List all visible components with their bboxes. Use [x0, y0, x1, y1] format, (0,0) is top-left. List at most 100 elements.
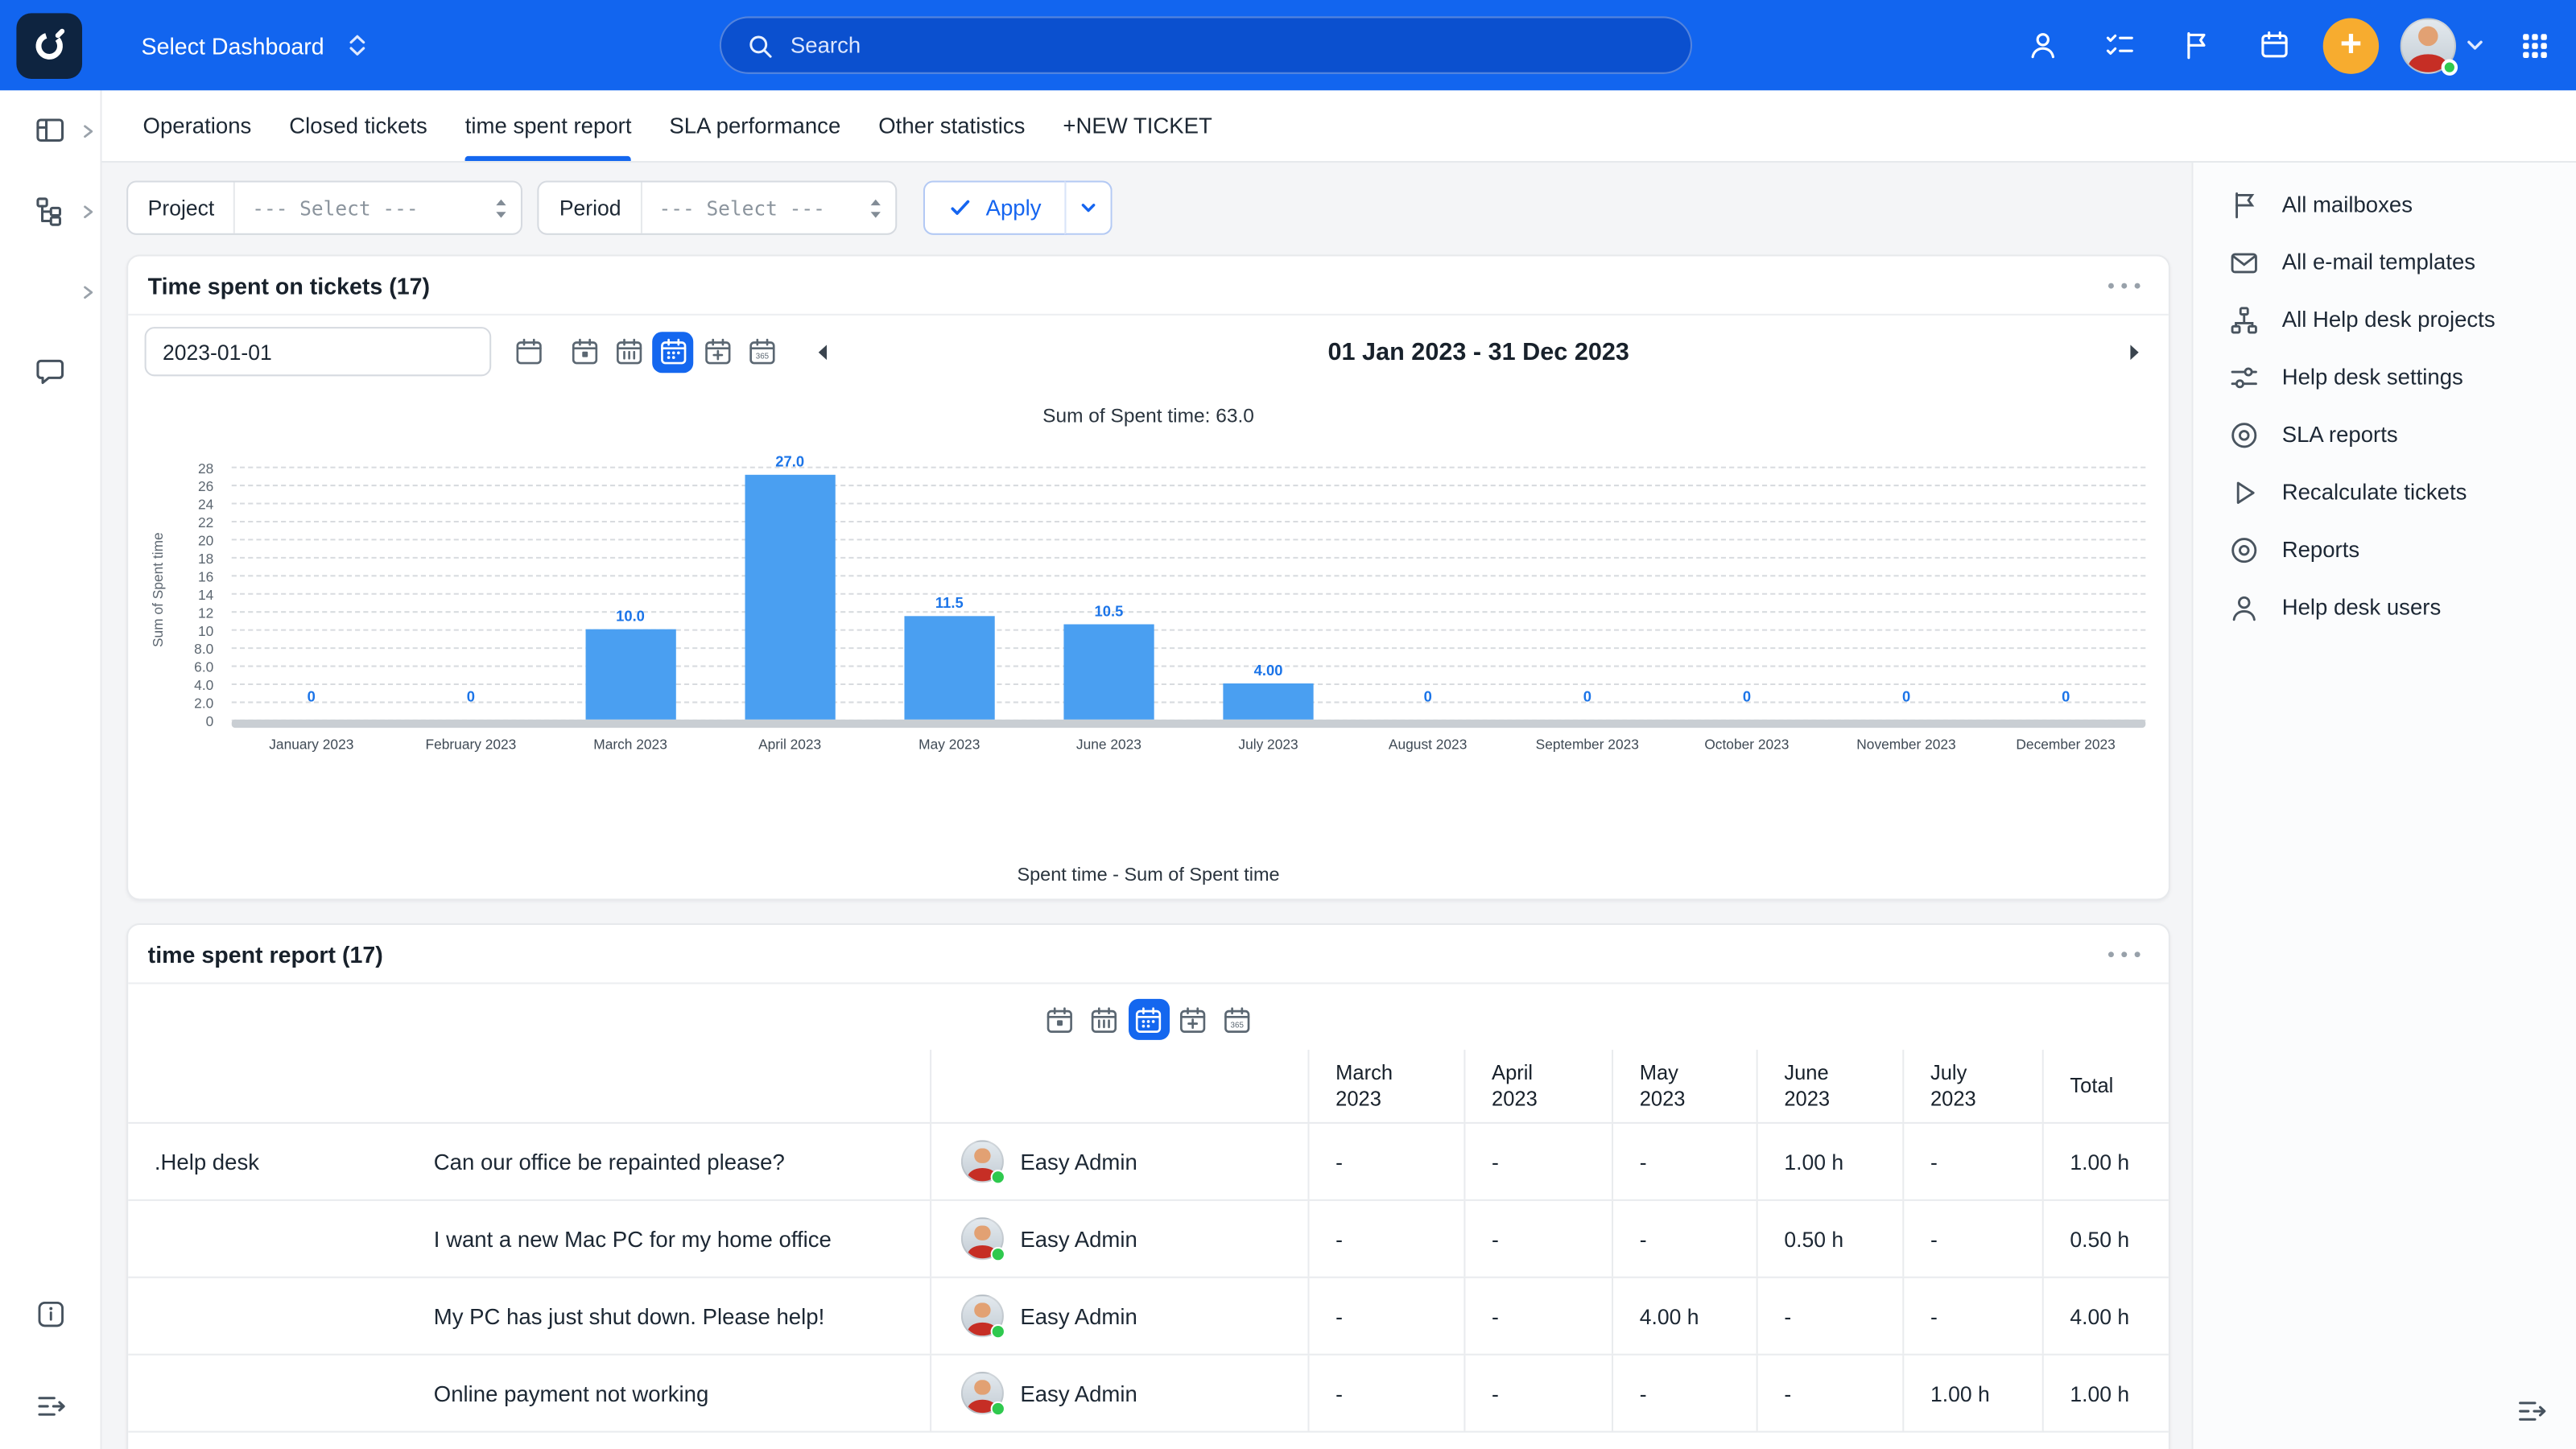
- y-tick-label: 22: [197, 514, 214, 531]
- tab-operations[interactable]: Operations: [143, 90, 252, 161]
- app-logo[interactable]: [16, 12, 83, 78]
- menu-expand-icon: [38, 1397, 65, 1416]
- period-filter-select[interactable]: Period --- Select ---: [538, 180, 898, 235]
- table-granularity-year-button[interactable]: 365: [1216, 999, 1257, 1040]
- bar-october-2023[interactable]: 0: [1667, 467, 1827, 720]
- chart-panel-menu-button[interactable]: [2099, 274, 2149, 297]
- profile-icon[interactable]: [2014, 17, 2070, 72]
- search-bar[interactable]: [719, 16, 1693, 74]
- apply-dropdown-button[interactable]: [1064, 180, 1113, 235]
- apps-grid-icon[interactable]: [2507, 17, 2562, 72]
- user-menu[interactable]: [2400, 17, 2486, 75]
- sidebar-item-all-e-mail-templates[interactable]: All e-mail templates: [2193, 233, 2576, 291]
- y-tick-label: 4.0: [194, 676, 214, 694]
- table-granularity-controls: 365: [128, 984, 2169, 1050]
- quick-add-button[interactable]: +: [2322, 17, 2380, 73]
- calendar-icon[interactable]: [2246, 17, 2301, 72]
- select-caret-icon: [869, 196, 896, 220]
- bar-value-label: 0: [1423, 688, 1432, 705]
- chart-granularity-month-button[interactable]: [652, 331, 694, 373]
- sidebar-item-help-desk-users[interactable]: Help desk users: [2193, 578, 2576, 635]
- bar-april-2023[interactable]: 27.0: [710, 453, 869, 720]
- tasks-icon[interactable]: [2091, 17, 2147, 72]
- sidebar-item-org-structure[interactable]: [0, 171, 100, 251]
- chart-granularity-add-button[interactable]: [696, 331, 737, 372]
- bar-june-2023[interactable]: 10.5: [1029, 467, 1188, 720]
- chart-panel-title: Time spent on tickets (17): [147, 271, 431, 299]
- apply-button[interactable]: Apply: [923, 180, 1067, 235]
- bar-january-2023[interactable]: 0: [232, 467, 391, 720]
- chart-granularity-year-button[interactable]: 365: [741, 331, 782, 372]
- ticket-subject-cell[interactable]: My PC has just shut down. Please help!: [407, 1278, 930, 1354]
- y-tick-label: 8.0: [194, 640, 214, 658]
- value-cell: -: [1612, 1123, 1757, 1199]
- value-cell: -: [1612, 1355, 1757, 1431]
- bar-july-2023[interactable]: 4.00: [1189, 467, 1348, 720]
- table-granularity-week-button[interactable]: [1084, 999, 1125, 1040]
- dashboard-selector[interactable]: Select Dashboard: [142, 31, 372, 60]
- topbar: Select Dashboard Search +: [0, 0, 2576, 91]
- bar-december-2023[interactable]: 0: [1986, 467, 2145, 720]
- ticket-subject-cell[interactable]: I want a new Mac PC for my home office: [407, 1201, 930, 1277]
- topbar-actions: +: [2014, 0, 2563, 90]
- ticket-subject-cell[interactable]: Online payment not working: [407, 1356, 930, 1431]
- info-button[interactable]: [0, 1298, 102, 1331]
- ticket-subject-cell[interactable]: Can our office be repainted please?: [407, 1124, 930, 1199]
- y-tick-label: 28: [197, 460, 214, 477]
- main-content: Project --- Select --- Period --- Select…: [101, 163, 2192, 1449]
- caret-right-icon: [2130, 344, 2139, 360]
- sidebar-item-recalculate-tickets[interactable]: Recalculate tickets: [2193, 464, 2576, 521]
- table-granularity-add-button[interactable]: [1172, 999, 1213, 1040]
- svg-text:365: 365: [1231, 1020, 1245, 1029]
- sidebar-item-sla-reports[interactable]: SLA reports: [2193, 406, 2576, 463]
- bar-value-label: 4.00: [1253, 662, 1283, 679]
- bar-august-2023[interactable]: 0: [1348, 467, 1508, 720]
- chart-granularity-week-button[interactable]: [608, 331, 649, 372]
- tab-sla-performance[interactable]: SLA performance: [669, 90, 840, 161]
- bar-may-2023[interactable]: 11.5: [869, 467, 1029, 720]
- value-cell: -: [1902, 1123, 2041, 1199]
- value-cell: 1.00 h: [2041, 1355, 2172, 1431]
- table-panel-menu-button[interactable]: [2099, 942, 2149, 965]
- avatar: [960, 1294, 1005, 1340]
- prev-period-button[interactable]: [805, 337, 840, 365]
- start-date-input[interactable]: [144, 327, 492, 377]
- search-input[interactable]: [790, 32, 1666, 58]
- right-sidebar-collapse-button[interactable]: [2515, 1395, 2548, 1428]
- user-cell: Easy Admin: [930, 1200, 1307, 1277]
- sidebar-item-dashboards[interactable]: [0, 90, 100, 171]
- sidebar-item-all-help-desk-projects[interactable]: All Help desk projects: [2193, 291, 2576, 348]
- table-granularity-month-button[interactable]: [1128, 998, 1170, 1040]
- chart-controls: 365 01 Jan 2023 - 31 Dec 2023: [144, 327, 2153, 377]
- tab-time-spent-report[interactable]: time spent report: [464, 90, 633, 162]
- bar-march-2023[interactable]: 10.0: [551, 467, 710, 720]
- bar-september-2023[interactable]: 0: [1508, 467, 1667, 720]
- chevron-down-icon: [1081, 204, 1096, 213]
- chart-granularity-plain-button[interactable]: [508, 331, 549, 372]
- project-filter-select[interactable]: Project --- Select ---: [126, 180, 523, 235]
- bar-february-2023[interactable]: 0: [391, 467, 551, 720]
- chevron-right-icon: [84, 285, 93, 299]
- value-cell: -: [1756, 1278, 1903, 1354]
- sidebar-item-label: Help desk settings: [2281, 365, 2463, 390]
- sidebar-item-help-desk-settings[interactable]: Help desk settings: [2193, 349, 2576, 406]
- sidebar-item-all-mailboxes[interactable]: All mailboxes: [2193, 175, 2576, 233]
- next-period-button[interactable]: [2118, 337, 2153, 365]
- dashboard-icon: [36, 118, 64, 142]
- ellipsis-icon: [2107, 951, 2140, 957]
- chart-granularity-day-button[interactable]: [564, 331, 605, 372]
- table-row: Online payment not working Easy Admin - - - -…: [128, 1355, 2172, 1433]
- sidebar-item-more[interactable]: [0, 251, 100, 332]
- table-granularity-day-button[interactable]: [1039, 999, 1080, 1040]
- tab-other-statistics[interactable]: Other statistics: [878, 90, 1025, 161]
- tab-closed-tickets[interactable]: Closed tickets: [289, 90, 427, 161]
- sidebar-collapse-button[interactable]: [0, 1390, 102, 1423]
- target-icon: [2231, 537, 2257, 563]
- sidebar-item-reports[interactable]: Reports: [2193, 521, 2576, 578]
- sidebar-item-chat[interactable]: [0, 332, 100, 412]
- flag-icon[interactable]: [2169, 17, 2224, 72]
- tab-new-ticket[interactable]: +NEW TICKET: [1063, 90, 1212, 161]
- plot-area: 0 0 10.0 27.0 11.5 10.5 4.00 0 0 0 0 0: [231, 453, 2146, 721]
- y-tick-label: 0: [205, 712, 214, 730]
- bar-november-2023[interactable]: 0: [1827, 467, 1986, 720]
